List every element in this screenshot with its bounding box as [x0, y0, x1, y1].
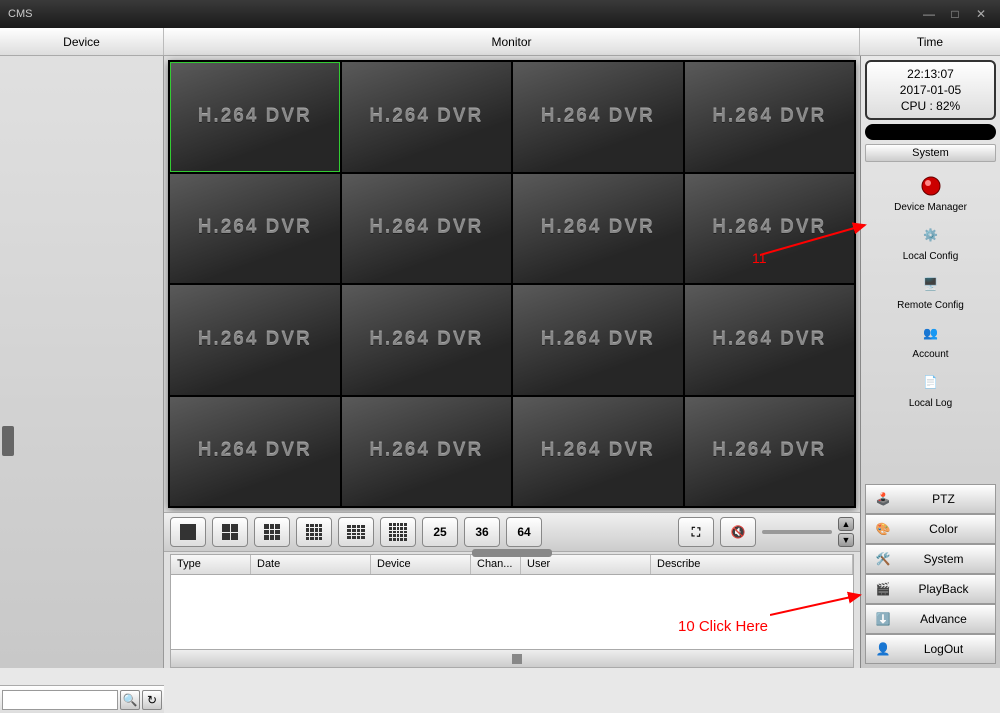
speaker-mute-icon: 🔇 — [731, 525, 746, 539]
layout-4-button[interactable] — [212, 517, 248, 547]
tab-advance[interactable]: ⬇️Advance — [865, 604, 996, 634]
document-icon: 📄 — [916, 368, 946, 396]
col-describe[interactable]: Describe — [651, 555, 853, 574]
title-bar: CMS — □ ✕ — [0, 0, 1000, 28]
playback-icon: 🎬 — [874, 580, 892, 598]
camera-cell[interactable]: H.264 DVR — [513, 285, 683, 395]
camera-cell[interactable]: H.264 DVR — [342, 285, 512, 395]
camera-cell[interactable]: H.264 DVR — [342, 397, 512, 507]
refresh-icon: ↻ — [147, 693, 157, 707]
right-panel: 22:13:07 2017-01-05 CPU : 82% System Dev… — [860, 56, 1000, 668]
camera-cell[interactable]: H.264 DVR — [170, 397, 340, 507]
log-header: Type Date Device Chan... User Describe — [171, 555, 853, 575]
remote-config-button[interactable]: 🖥️ Remote Config — [897, 270, 964, 311]
layout-64-button[interactable]: 64 — [506, 517, 542, 547]
panel-collapse-handle[interactable] — [2, 426, 14, 456]
app-title: CMS — [8, 8, 914, 20]
camera-grid: H.264 DVR H.264 DVR H.264 DVR H.264 DVR … — [168, 60, 856, 508]
camera-cell[interactable]: H.264 DVR — [513, 397, 683, 507]
main-row: H.264 DVR H.264 DVR H.264 DVR H.264 DVR … — [0, 56, 1000, 668]
clock-cpu: CPU : 82% — [901, 99, 960, 113]
col-channel[interactable]: Chan... — [471, 555, 521, 574]
maximize-button[interactable]: □ — [944, 6, 966, 22]
camera-cell[interactable]: H.264 DVR — [170, 174, 340, 284]
search-input[interactable] — [2, 690, 118, 710]
nav-device[interactable]: Device — [0, 28, 164, 55]
clock-time: 22:13:07 — [907, 67, 954, 81]
gear-icon: ⚙️ — [916, 221, 946, 249]
page-down-button[interactable]: ▼ — [838, 533, 854, 547]
color-icon: 🎨 — [874, 520, 892, 538]
refresh-button[interactable]: ↻ — [142, 690, 162, 710]
nav-time[interactable]: Time — [860, 28, 1000, 55]
layout-25-button[interactable]: 25 — [422, 517, 458, 547]
log-scrollbar[interactable] — [171, 649, 853, 667]
close-button[interactable]: ✕ — [970, 6, 992, 22]
clock-widget: 22:13:07 2017-01-05 CPU : 82% — [865, 60, 996, 120]
col-type[interactable]: Type — [171, 555, 251, 574]
center-panel: H.264 DVR H.264 DVR H.264 DVR H.264 DVR … — [164, 56, 860, 668]
camera-cell[interactable]: H.264 DVR — [342, 174, 512, 284]
system-panel-title: System — [865, 144, 996, 162]
log-panel: Type Date Device Chan... User Describe — [170, 554, 854, 668]
device-tree-panel — [0, 56, 164, 668]
mute-button[interactable]: 🔇 — [720, 517, 756, 547]
camera-cell[interactable]: H.264 DVR — [685, 174, 855, 284]
top-nav: Device Monitor Time — [0, 28, 1000, 56]
nav-monitor[interactable]: Monitor — [164, 28, 860, 55]
volume-slider[interactable] — [762, 530, 832, 534]
advance-icon: ⬇️ — [874, 610, 892, 628]
system-items: Device Manager ⚙️ Local Config 🖥️ Remote… — [865, 166, 996, 480]
tab-ptz[interactable]: 🕹️PTZ — [865, 484, 996, 514]
tab-system[interactable]: 🛠️System — [865, 544, 996, 574]
user-icon: 👥 — [915, 319, 945, 347]
ptz-icon: 🕹️ — [874, 490, 892, 508]
camera-cell[interactable]: H.264 DVR — [513, 174, 683, 284]
camera-cell[interactable]: H.264 DVR — [685, 62, 855, 172]
search-bar: 🔍 ↻ — [0, 685, 164, 713]
status-bar — [865, 124, 996, 140]
account-button[interactable]: 👥 Account — [912, 319, 948, 360]
layout-9-button[interactable] — [254, 517, 290, 547]
camera-cell[interactable]: H.264 DVR — [170, 62, 340, 172]
search-button[interactable]: 🔍 — [120, 690, 140, 710]
system-icon: 🛠️ — [874, 550, 892, 568]
camera-cell[interactable]: H.264 DVR — [513, 62, 683, 172]
layout-16-button[interactable] — [296, 517, 332, 547]
layout-36-button[interactable]: 36 — [464, 517, 500, 547]
minimize-button[interactable]: — — [918, 6, 940, 22]
logout-icon: 👤 — [874, 640, 892, 658]
col-device[interactable]: Device — [371, 555, 471, 574]
right-tabs: 🕹️PTZ 🎨Color 🛠️System 🎬PlayBack ⬇️Advanc… — [865, 484, 996, 664]
camera-cell[interactable]: H.264 DVR — [685, 285, 855, 395]
split-handle[interactable] — [472, 549, 552, 557]
page-up-button[interactable]: ▲ — [838, 517, 854, 531]
layout-25-grid-button[interactable] — [380, 517, 416, 547]
tab-playback[interactable]: 🎬PlayBack — [865, 574, 996, 604]
local-config-button[interactable]: ⚙️ Local Config — [903, 221, 959, 262]
camera-cell[interactable]: H.264 DVR — [342, 62, 512, 172]
layout-wide-button[interactable] — [338, 517, 374, 547]
remote-icon: 🖥️ — [915, 270, 945, 298]
device-manager-button[interactable]: Device Manager — [894, 172, 967, 213]
tab-color[interactable]: 🎨Color — [865, 514, 996, 544]
search-icon: 🔍 — [123, 693, 138, 707]
layout-1-button[interactable] — [170, 517, 206, 547]
camera-cell[interactable]: H.264 DVR — [685, 397, 855, 507]
clock-date: 2017-01-05 — [900, 83, 961, 97]
col-user[interactable]: User — [521, 555, 651, 574]
col-date[interactable]: Date — [251, 555, 371, 574]
local-log-button[interactable]: 📄 Local Log — [909, 368, 952, 409]
fullscreen-button[interactable]: ⛶ — [678, 517, 714, 547]
record-icon — [916, 172, 946, 200]
camera-cell[interactable]: H.264 DVR — [170, 285, 340, 395]
layout-toolbar: 25 36 64 ⛶ 🔇 ▲ ▼ — [164, 512, 860, 552]
tab-logout[interactable]: 👤LogOut — [865, 634, 996, 664]
